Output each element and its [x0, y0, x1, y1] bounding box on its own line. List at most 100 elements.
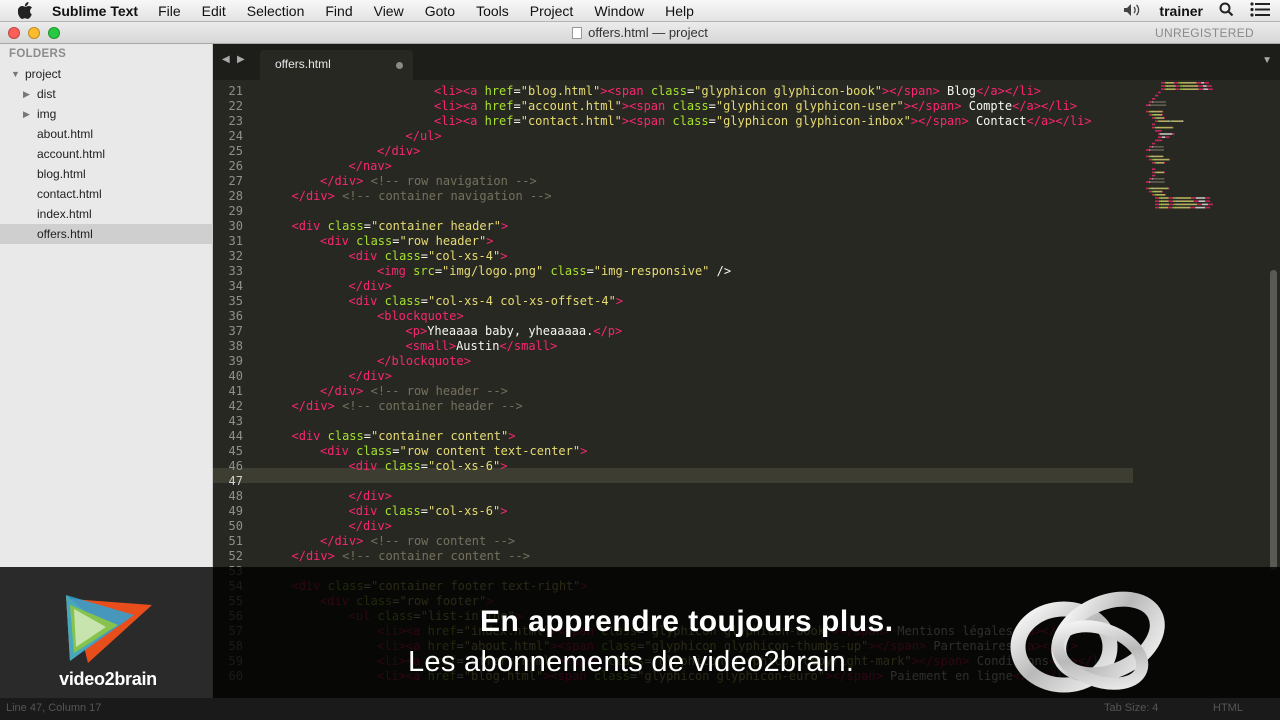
vertical-scrollbar[interactable] — [1270, 270, 1277, 570]
code-line[interactable]: </blockquote> — [377, 354, 471, 369]
code-line[interactable]: </ul> — [406, 129, 442, 144]
code-line[interactable]: </div> <!-- row content --> — [320, 534, 515, 549]
spotlight-search-icon[interactable] — [1219, 2, 1234, 20]
line-number[interactable]: 52 — [203, 549, 243, 564]
line-number[interactable]: 50 — [203, 519, 243, 534]
code-line[interactable]: <div class="col-xs-6"> — [349, 459, 508, 474]
code-line[interactable]: </div> <!-- row header --> — [320, 384, 508, 399]
code-line[interactable]: <div class="col-xs-4"> — [349, 249, 508, 264]
line-number[interactable]: 48 — [203, 489, 243, 504]
line-number[interactable]: 34 — [203, 279, 243, 294]
sidebar-folder-project[interactable]: ▼ project — [0, 64, 213, 84]
code-line[interactable]: </div> — [349, 369, 392, 384]
line-number[interactable]: 39 — [203, 354, 243, 369]
line-number[interactable]: 38 — [203, 339, 243, 354]
code-line[interactable]: </div> — [349, 489, 392, 504]
tab-size-selector[interactable]: Tab Size: 4 — [1104, 702, 1158, 714]
menu-find[interactable]: Find — [325, 3, 352, 19]
expand-down-icon[interactable]: ▼ — [11, 69, 21, 79]
line-number[interactable]: 42 — [203, 399, 243, 414]
code-line[interactable]: </div> <!-- container header --> — [292, 399, 523, 414]
code-line[interactable]: <blockquote> — [377, 309, 464, 324]
menu-edit[interactable]: Edit — [202, 3, 226, 19]
line-number[interactable]: 25 — [203, 144, 243, 159]
notification-center-icon[interactable] — [1250, 2, 1270, 20]
line-number[interactable]: 49 — [203, 504, 243, 519]
code-line[interactable]: <p>Yheaaaa baby, yheaaaaa.</p> — [406, 324, 623, 339]
sidebar-folder-dist[interactable]: ▶ dist — [0, 84, 213, 104]
code-line[interactable]: <div class="col-xs-6"> — [349, 504, 508, 519]
line-number[interactable]: 41 — [203, 384, 243, 399]
code-line[interactable]: <div class="container content"> — [292, 429, 516, 444]
tab-forward-icon[interactable]: ▶ — [237, 54, 245, 65]
line-number[interactable]: 47 — [203, 474, 243, 489]
code-line[interactable]: </div> <!-- container navigation --> — [292, 189, 552, 204]
volume-icon[interactable] — [1123, 3, 1143, 20]
code-line[interactable]: <li><a href="blog.html"><span class="gly… — [434, 84, 1041, 99]
line-number[interactable]: 29 — [203, 204, 243, 219]
tab-offers-html[interactable]: offers.html — [260, 50, 413, 80]
code-line[interactable]: </div> <!-- container content --> — [292, 549, 530, 564]
apple-icon[interactable] — [18, 2, 40, 19]
expand-right-icon[interactable]: ▶ — [23, 89, 33, 100]
line-number[interactable]: 40 — [203, 369, 243, 384]
menu-goto[interactable]: Goto — [425, 3, 455, 19]
line-number[interactable]: 23 — [203, 114, 243, 129]
code-line[interactable]: <li><a href="account.html"><span class="… — [434, 99, 1077, 114]
line-number[interactable]: 32 — [203, 249, 243, 264]
code-line[interactable]: </div> — [349, 519, 392, 534]
menu-view[interactable]: View — [374, 3, 404, 19]
line-number[interactable]: 36 — [203, 309, 243, 324]
line-number[interactable]: 24 — [203, 129, 243, 144]
code-line[interactable]: </div> <!-- row navigation --> — [320, 174, 537, 189]
line-number[interactable]: 26 — [203, 159, 243, 174]
sidebar-file-index[interactable]: index.html — [0, 204, 213, 224]
code-line[interactable]: </div> — [377, 144, 420, 159]
expand-right-icon[interactable]: ▶ — [23, 109, 33, 120]
minimap[interactable] — [1141, 80, 1265, 230]
menu-window[interactable]: Window — [594, 3, 644, 19]
user-name[interactable]: trainer — [1159, 3, 1203, 19]
line-number[interactable]: 44 — [203, 429, 243, 444]
menu-file[interactable]: File — [158, 3, 181, 19]
line-number[interactable]: 22 — [203, 99, 243, 114]
code-line[interactable]: <div class="row content text-center"> — [320, 444, 587, 459]
sidebar-file-about[interactable]: about.html — [0, 124, 213, 144]
code-line[interactable]: <small>Austin</small> — [406, 339, 558, 354]
app-name-menu[interactable]: Sublime Text — [52, 3, 138, 19]
line-number[interactable]: 45 — [203, 444, 243, 459]
tab-dropdown-icon[interactable]: ▼ — [1262, 55, 1272, 66]
line-number[interactable]: 46 — [203, 459, 243, 474]
line-number[interactable]: 28 — [203, 189, 243, 204]
code-line[interactable]: <img src="img/logo.png" class="img-respo… — [377, 264, 731, 279]
sidebar-file-contact[interactable]: contact.html — [0, 184, 213, 204]
line-number[interactable]: 27 — [203, 174, 243, 189]
menu-project[interactable]: Project — [530, 3, 574, 19]
code-line[interactable]: <li><a href="contact.html"><span class="… — [434, 114, 1092, 129]
code-line[interactable]: <div class="container header"> — [292, 219, 509, 234]
code-token: = — [586, 264, 594, 278]
code-line[interactable]: </nav> — [349, 159, 392, 174]
line-number[interactable]: 30 — [203, 219, 243, 234]
line-number[interactable]: 31 — [203, 234, 243, 249]
sidebar-folder-img[interactable]: ▶ img — [0, 104, 213, 124]
menu-selection[interactable]: Selection — [247, 3, 305, 19]
code-line[interactable]: <div class="col-xs-4 col-xs-offset-4"> — [349, 294, 624, 309]
syntax-selector[interactable]: HTML — [1213, 702, 1243, 714]
sidebar-file-offers[interactable]: offers.html — [0, 224, 213, 244]
menu-tools[interactable]: Tools — [476, 3, 509, 19]
code-line[interactable]: </div> — [349, 279, 392, 294]
line-number[interactable]: 51 — [203, 534, 243, 549]
sidebar-file-account[interactable]: account.html — [0, 144, 213, 164]
line-number[interactable]: 37 — [203, 324, 243, 339]
minimap-line — [1146, 181, 1150, 183]
code-line[interactable]: <div class="row header"> — [320, 234, 493, 249]
line-number[interactable]: 21 — [203, 84, 243, 99]
tab-back-icon[interactable]: ◀ — [222, 54, 230, 65]
line-number[interactable]: 33 — [203, 264, 243, 279]
line-number[interactable]: 35 — [203, 294, 243, 309]
menu-help[interactable]: Help — [665, 3, 694, 19]
unsaved-dot-icon[interactable] — [396, 62, 403, 69]
sidebar-file-blog[interactable]: blog.html — [0, 164, 213, 184]
line-number[interactable]: 43 — [203, 414, 243, 429]
